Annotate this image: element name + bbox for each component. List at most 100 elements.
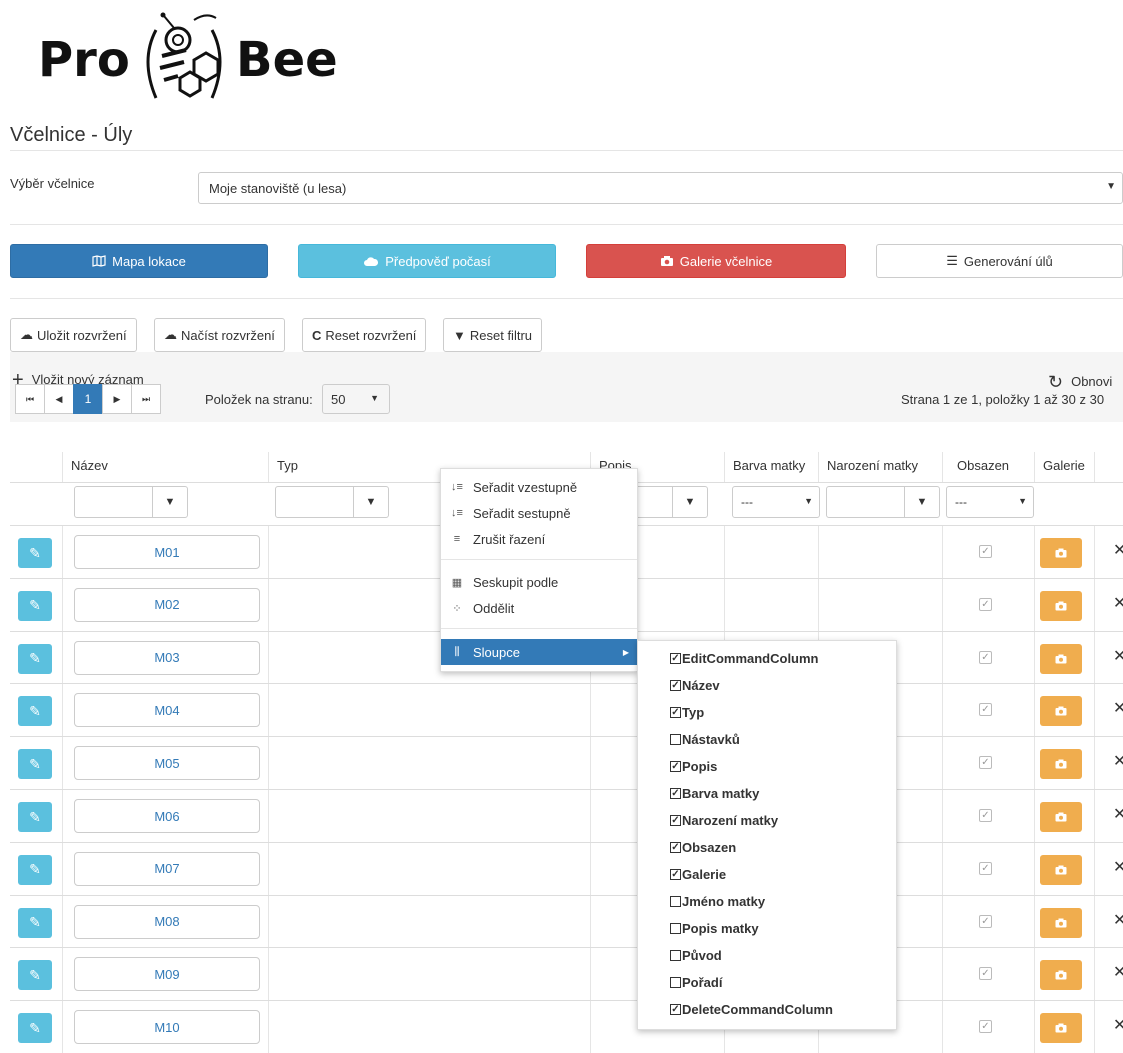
- filter-icon[interactable]: ▼: [904, 487, 939, 517]
- delete-row-icon[interactable]: ✕: [1113, 751, 1123, 771]
- hive-name-button[interactable]: M02: [74, 587, 260, 622]
- hive-gallery-button[interactable]: [1040, 696, 1082, 727]
- prev-page-button[interactable]: ◀: [44, 384, 74, 414]
- edit-row-button[interactable]: ✎: [18, 960, 52, 991]
- reset-filter-button[interactable]: ▼ Reset filtru: [443, 318, 543, 352]
- hive-gallery-button[interactable]: [1040, 802, 1082, 832]
- per-page-select[interactable]: 50 ▼: [322, 384, 390, 414]
- hive-name-button[interactable]: M03: [74, 640, 260, 675]
- delete-row-icon[interactable]: ✕: [1113, 593, 1123, 613]
- hive-gallery-button[interactable]: [1040, 1013, 1082, 1044]
- hive-name-button[interactable]: M01: [74, 535, 260, 569]
- column-header-occupied[interactable]: Obsazen: [942, 452, 1034, 482]
- filter-icon[interactable]: ▼: [672, 487, 707, 517]
- menu-clear-sort[interactable]: ≡ Zrušit řazení: [441, 526, 637, 552]
- edit-row-button[interactable]: ✎: [18, 802, 52, 832]
- edit-row-button[interactable]: ✎: [18, 538, 52, 568]
- delete-row-icon[interactable]: ✕: [1113, 646, 1123, 666]
- hive-name-button[interactable]: M10: [74, 1010, 260, 1045]
- column-toggle-item[interactable]: Popis matky: [670, 921, 759, 936]
- menu-columns[interactable]: ⫼ Sloupce ▶: [441, 639, 637, 665]
- delete-row-icon[interactable]: ✕: [1113, 962, 1123, 982]
- queen-color-filter[interactable]: --- ▼: [732, 486, 820, 518]
- column-toggle-item[interactable]: ✓ Typ: [670, 705, 704, 720]
- next-page-button[interactable]: ▶: [102, 384, 132, 414]
- first-page-button[interactable]: ⏮: [15, 384, 45, 414]
- hive-name-button[interactable]: M09: [74, 957, 260, 992]
- apiary-select[interactable]: Moje stanoviště (u lesa) ▼: [198, 172, 1123, 204]
- refresh-button[interactable]: ↻ Obnovi: [1048, 373, 1112, 391]
- queen-birth-filter[interactable]: ▼: [826, 486, 940, 518]
- column-toggle-item[interactable]: ✓ Galerie: [670, 867, 726, 882]
- reset-layout-button[interactable]: C Reset rozvržení: [302, 318, 427, 352]
- map-button[interactable]: Mapa lokace: [10, 244, 268, 278]
- edit-row-button[interactable]: ✎: [18, 854, 52, 885]
- delete-row-icon[interactable]: ✕: [1113, 804, 1123, 824]
- column-toggle-item[interactable]: ✓ Obsazen: [670, 840, 736, 855]
- hive-gallery-button[interactable]: [1040, 907, 1082, 938]
- hive-name-button[interactable]: M07: [74, 851, 260, 886]
- filter-icon[interactable]: ▼: [353, 487, 388, 517]
- hive-gallery-button[interactable]: [1040, 854, 1082, 885]
- menu-sort-desc[interactable]: ↓≡ Seřadit sestupně: [441, 500, 637, 526]
- edit-row-button[interactable]: ✎: [18, 643, 52, 674]
- column-header-name[interactable]: Název: [62, 452, 268, 482]
- menu-sort-asc[interactable]: ↓≡ Seřadit vzestupně: [441, 474, 637, 500]
- hive-gallery-button[interactable]: [1040, 590, 1082, 621]
- column-toggle-item[interactable]: ✓ Název: [670, 678, 720, 693]
- unchecked-checkbox-icon[interactable]: [670, 977, 681, 988]
- hive-gallery-button[interactable]: [1040, 749, 1082, 780]
- edit-row-button[interactable]: ✎: [18, 590, 52, 621]
- save-layout-button[interactable]: ☁ Uložit rozvržení: [10, 318, 137, 352]
- checked-checkbox-icon[interactable]: ✓: [670, 842, 681, 853]
- hive-gallery-button[interactable]: [1040, 960, 1082, 991]
- name-filter[interactable]: ▼: [74, 486, 188, 518]
- column-toggle-item[interactable]: ✓ Narození matky: [670, 813, 778, 828]
- last-page-button[interactable]: ⏭: [131, 384, 161, 414]
- delete-row-icon[interactable]: ✕: [1113, 1015, 1123, 1035]
- hive-gallery-button[interactable]: [1040, 538, 1082, 568]
- delete-row-icon[interactable]: ✕: [1113, 910, 1123, 930]
- delete-row-icon[interactable]: ✕: [1113, 857, 1123, 877]
- unchecked-checkbox-icon[interactable]: [670, 950, 681, 961]
- column-toggle-item[interactable]: ✓ DeleteCommandColumn: [670, 1002, 833, 1017]
- column-toggle-item[interactable]: Původ: [670, 948, 722, 963]
- weather-button[interactable]: Předpověď počasí: [298, 244, 556, 278]
- unchecked-checkbox-icon[interactable]: [670, 923, 681, 934]
- generate-hives-button[interactable]: ☰ Generování úlů: [876, 244, 1123, 278]
- column-header-queen-color[interactable]: Barva matky: [724, 452, 818, 482]
- column-header-gallery[interactable]: Galerie: [1034, 452, 1094, 482]
- delete-row-icon[interactable]: ✕: [1113, 540, 1123, 560]
- page-1-button[interactable]: 1: [73, 384, 103, 414]
- column-toggle-item[interactable]: Pořadí: [670, 975, 722, 990]
- column-header-queen-birth[interactable]: Narození matky: [818, 452, 942, 482]
- edit-row-button[interactable]: ✎: [18, 1013, 52, 1044]
- unchecked-checkbox-icon[interactable]: [670, 734, 681, 745]
- edit-row-button[interactable]: ✎: [18, 696, 52, 727]
- hive-gallery-button[interactable]: [1040, 643, 1082, 674]
- apiary-gallery-button[interactable]: Galerie včelnice: [586, 244, 846, 278]
- checked-checkbox-icon[interactable]: ✓: [670, 788, 681, 799]
- checked-checkbox-icon[interactable]: ✓: [670, 869, 681, 880]
- occupied-filter[interactable]: --- ▼: [946, 486, 1034, 518]
- checked-checkbox-icon[interactable]: ✓: [670, 815, 681, 826]
- edit-row-button[interactable]: ✎: [18, 749, 52, 780]
- type-filter[interactable]: ▼: [275, 486, 389, 518]
- load-layout-button[interactable]: ☁ Načíst rozvržení: [154, 318, 285, 352]
- hive-name-button[interactable]: M06: [74, 799, 260, 833]
- column-toggle-item[interactable]: Nástavků: [670, 732, 740, 747]
- column-toggle-item[interactable]: Jméno matky: [670, 894, 765, 909]
- unchecked-checkbox-icon[interactable]: [670, 896, 681, 907]
- hive-name-button[interactable]: M05: [74, 746, 260, 781]
- hive-name-button[interactable]: M04: [74, 693, 260, 728]
- checked-checkbox-icon[interactable]: ✓: [670, 1004, 681, 1015]
- delete-row-icon[interactable]: ✕: [1113, 698, 1123, 718]
- column-toggle-item[interactable]: ✓ Barva matky: [670, 786, 759, 801]
- checked-checkbox-icon[interactable]: ✓: [670, 680, 681, 691]
- checked-checkbox-icon[interactable]: ✓: [670, 761, 681, 772]
- filter-icon[interactable]: ▼: [152, 487, 187, 517]
- checked-checkbox-icon[interactable]: ✓: [670, 707, 681, 718]
- hive-name-button[interactable]: M08: [74, 904, 260, 939]
- checked-checkbox-icon[interactable]: ✓: [670, 653, 681, 664]
- edit-row-button[interactable]: ✎: [18, 907, 52, 938]
